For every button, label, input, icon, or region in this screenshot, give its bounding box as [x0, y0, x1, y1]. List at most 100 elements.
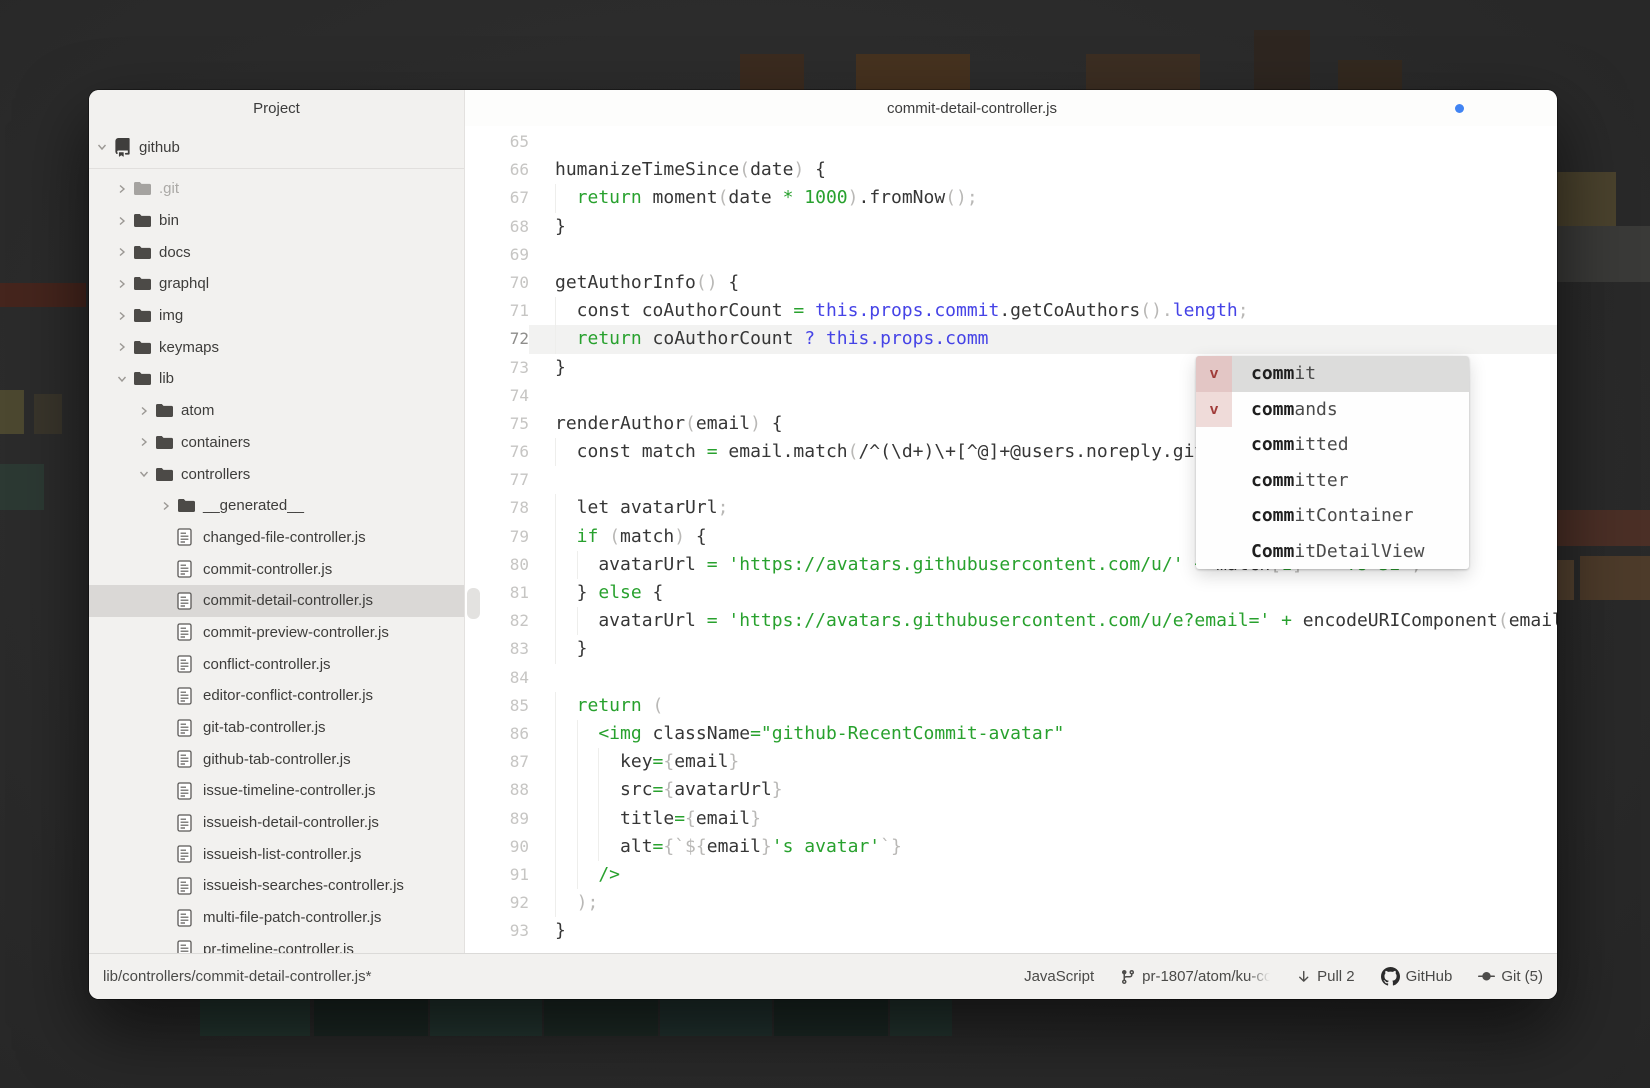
code-line[interactable]: 69	[465, 241, 1557, 269]
tree-item-conflict-controller-js[interactable]: conflict-controller.js	[89, 648, 464, 680]
line-number[interactable]: 86	[465, 720, 529, 748]
autocomplete-item[interactable]: committer	[1196, 463, 1469, 499]
autocomplete-item[interactable]: vcommit	[1196, 356, 1469, 392]
code-editor[interactable]: 6566humanizeTimeSince(date) {67return mo…	[465, 126, 1557, 953]
line-number[interactable]: 68	[465, 213, 529, 241]
autocomplete-item[interactable]: vcommands	[1196, 392, 1469, 428]
chevron-right-icon[interactable]	[117, 311, 133, 321]
line-number[interactable]: 87	[465, 748, 529, 776]
line-number[interactable]: 74	[465, 382, 529, 410]
tree-item-docs[interactable]: docs	[89, 236, 464, 268]
line-number[interactable]: 78	[465, 494, 529, 522]
line-number[interactable]: 73	[465, 354, 529, 382]
line-number[interactable]: 85	[465, 692, 529, 720]
line-number[interactable]: 91	[465, 861, 529, 889]
line-number[interactable]: 92	[465, 889, 529, 917]
chevron-right-icon[interactable]	[117, 216, 133, 226]
tree-item-commit-preview-controller-js[interactable]: commit-preview-controller.js	[89, 617, 464, 649]
code-line[interactable]: 84	[465, 664, 1557, 692]
line-number[interactable]: 77	[465, 466, 529, 494]
code-line[interactable]: 72return coAuthorCount ? this.props.comm	[465, 325, 1557, 353]
code-line[interactable]: 92);	[465, 889, 1557, 917]
autocomplete-item[interactable]: CommitDetailView	[1196, 534, 1469, 570]
tree-item-issue-timeline-controller-js[interactable]: issue-timeline-controller.js	[89, 775, 464, 807]
chevron-right-icon[interactable]	[139, 406, 155, 416]
line-number[interactable]: 69	[465, 241, 529, 269]
tree-item-bin[interactable]: bin	[89, 205, 464, 237]
line-number[interactable]: 66	[465, 156, 529, 184]
tree-item-github-tab-controller-js[interactable]: github-tab-controller.js	[89, 743, 464, 775]
chevron-down-icon[interactable]	[117, 374, 133, 384]
tree-item-issueish-list-controller-js[interactable]: issueish-list-controller.js	[89, 838, 464, 870]
code-line[interactable]: 71const coAuthorCount = this.props.commi…	[465, 297, 1557, 325]
line-number[interactable]: 71	[465, 297, 529, 325]
file-path-status[interactable]: lib/controllers/commit-detail-controller…	[103, 968, 371, 985]
tree-item-keymaps[interactable]: keymaps	[89, 331, 464, 363]
code-line[interactable]: 87key={email}	[465, 748, 1557, 776]
autocomplete-item[interactable]: committed	[1196, 427, 1469, 463]
code-line[interactable]: 85return (	[465, 692, 1557, 720]
line-number[interactable]: 79	[465, 523, 529, 551]
code-line[interactable]: 81} else {	[465, 579, 1557, 607]
tree-item-editor-conflict-controller-js[interactable]: editor-conflict-controller.js	[89, 680, 464, 712]
code-line[interactable]: 82avatarUrl = 'https://avatars.githubuse…	[465, 607, 1557, 635]
code-line[interactable]: 88src={avatarUrl}	[465, 776, 1557, 804]
autocomplete-item[interactable]: commitContainer	[1196, 498, 1469, 534]
chevron-right-icon[interactable]	[117, 247, 133, 257]
code-line[interactable]: 90alt={`${email}'s avatar'`}	[465, 833, 1557, 861]
tree-item-graphql[interactable]: graphql	[89, 268, 464, 300]
tree-item--git[interactable]: .git	[89, 173, 464, 205]
tree-item-issueish-detail-controller-js[interactable]: issueish-detail-controller.js	[89, 807, 464, 839]
line-number[interactable]: 65	[465, 128, 529, 156]
github-status[interactable]: GitHub	[1381, 967, 1453, 986]
line-number[interactable]: 89	[465, 805, 529, 833]
tree-scrollbar-thumb[interactable]	[467, 588, 480, 619]
line-number[interactable]: 75	[465, 410, 529, 438]
chevron-right-icon[interactable]	[139, 437, 155, 447]
tree-item--generated-[interactable]: __generated__	[89, 490, 464, 522]
code-line[interactable]: 68}	[465, 213, 1557, 241]
git-status[interactable]: Git (5)	[1478, 968, 1543, 985]
tree-item-commit-detail-controller-js[interactable]: commit-detail-controller.js	[89, 585, 464, 617]
code-line[interactable]: 89title={email}	[465, 805, 1557, 833]
code-line[interactable]: 83}	[465, 635, 1557, 663]
line-number[interactable]: 90	[465, 833, 529, 861]
tree-item-atom[interactable]: atom	[89, 395, 464, 427]
line-number[interactable]: 80	[465, 551, 529, 579]
code-line[interactable]: 91/>	[465, 861, 1557, 889]
language-status[interactable]: JavaScript	[1024, 968, 1094, 985]
tree-item-issueish-searches-controller-js[interactable]: issueish-searches-controller.js	[89, 870, 464, 902]
tree-item-lib[interactable]: lib	[89, 363, 464, 395]
chevron-right-icon[interactable]	[117, 342, 133, 352]
tree-item-changed-file-controller-js[interactable]: changed-file-controller.js	[89, 522, 464, 554]
pull-status[interactable]: Pull 2	[1296, 968, 1355, 985]
line-number[interactable]: 83	[465, 635, 529, 663]
tree-item-git-tab-controller-js[interactable]: git-tab-controller.js	[89, 712, 464, 744]
line-number[interactable]: 93	[465, 917, 529, 945]
chevron-right-icon[interactable]	[117, 184, 133, 194]
tree-item-multi-file-patch-controller-js[interactable]: multi-file-patch-controller.js	[89, 902, 464, 934]
chevron-down-icon[interactable]	[139, 469, 155, 479]
tree-item-img[interactable]: img	[89, 300, 464, 332]
chevron-right-icon[interactable]	[117, 279, 133, 289]
branch-status[interactable]: pr-1807/atom/ku-comm	[1120, 968, 1270, 985]
code-line[interactable]: 93}	[465, 917, 1557, 945]
chevron-down-icon[interactable]	[97, 142, 113, 152]
chevron-right-icon[interactable]	[161, 501, 177, 511]
code-line[interactable]: 65	[465, 128, 1557, 156]
code-line[interactable]: 67return moment(date * 1000).fromNow();	[465, 184, 1557, 212]
code-line[interactable]: 70getAuthorInfo() {	[465, 269, 1557, 297]
line-number[interactable]: 76	[465, 438, 529, 466]
line-number[interactable]: 70	[465, 269, 529, 297]
tree-item-controllers[interactable]: controllers	[89, 458, 464, 490]
project-tree-panel[interactable]: github .gitbindocsgraphqlimgkeymapslibato…	[89, 126, 465, 953]
line-number[interactable]: 67	[465, 184, 529, 212]
line-number[interactable]: 72	[465, 325, 529, 353]
tree-item-containers[interactable]: containers	[89, 427, 464, 459]
code-line[interactable]: 66humanizeTimeSince(date) {	[465, 156, 1557, 184]
tree-item-commit-controller-js[interactable]: commit-controller.js	[89, 553, 464, 585]
code-line[interactable]: 86<img className="github-RecentCommit-av…	[465, 720, 1557, 748]
tree-root-item[interactable]: github	[89, 126, 464, 168]
tree-item-pr-timeline-controller-js[interactable]: pr-timeline-controller.js	[89, 934, 464, 954]
line-number[interactable]: 88	[465, 776, 529, 804]
